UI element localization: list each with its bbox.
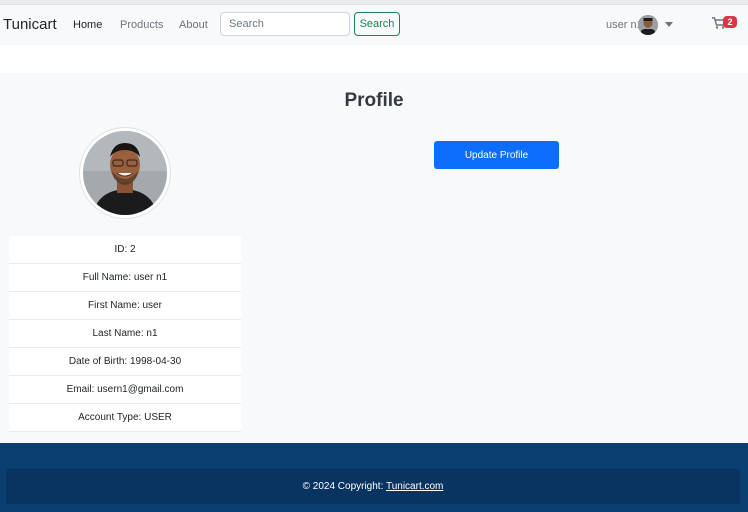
user-avatar[interactable] xyxy=(638,15,658,35)
profile-field-last-name: Last Name: n1 xyxy=(9,320,241,348)
chevron-down-icon[interactable] xyxy=(665,22,673,27)
footer-copyright: © 2024 Copyright: Tunicart.com xyxy=(6,469,740,504)
copyright-text: © 2024 Copyright: xyxy=(302,481,386,492)
profile-field-dob: Date of Birth: 1998-04-30 xyxy=(9,348,241,376)
profile-avatar xyxy=(79,127,171,219)
header-spacer xyxy=(0,45,748,73)
nav-link-home[interactable]: Home xyxy=(73,19,102,31)
footer: © 2024 Copyright: Tunicart.com xyxy=(0,443,748,512)
profile-info-list: ID: 2 Full Name: user n1 First Name: use… xyxy=(9,236,241,432)
profile-field-email: Email: usern1@gmail.com xyxy=(9,376,241,404)
page-title: Profile xyxy=(344,90,404,111)
search-input[interactable] xyxy=(220,12,350,36)
profile-field-first-name: First Name: user xyxy=(9,292,241,320)
search-button[interactable]: Search xyxy=(354,12,400,36)
nav-link-about[interactable]: About xyxy=(179,19,208,31)
footer-site-link[interactable]: Tunicart.com xyxy=(386,481,443,492)
cart-count-badge: 2 xyxy=(723,16,737,28)
profile-section: Profile Update Profile ID: 2 Full Name: … xyxy=(0,73,748,443)
update-profile-button[interactable]: Update Profile xyxy=(434,141,559,169)
profile-field-full-name: Full Name: user n1 xyxy=(9,264,241,292)
brand-logo[interactable]: Tunicart xyxy=(3,16,57,33)
navbar: Tunicart Home Products About Search user… xyxy=(0,5,748,45)
profile-field-account-type: Account Type: USER xyxy=(9,404,241,432)
nav-link-products[interactable]: Products xyxy=(120,19,163,31)
profile-field-id: ID: 2 xyxy=(9,236,241,264)
